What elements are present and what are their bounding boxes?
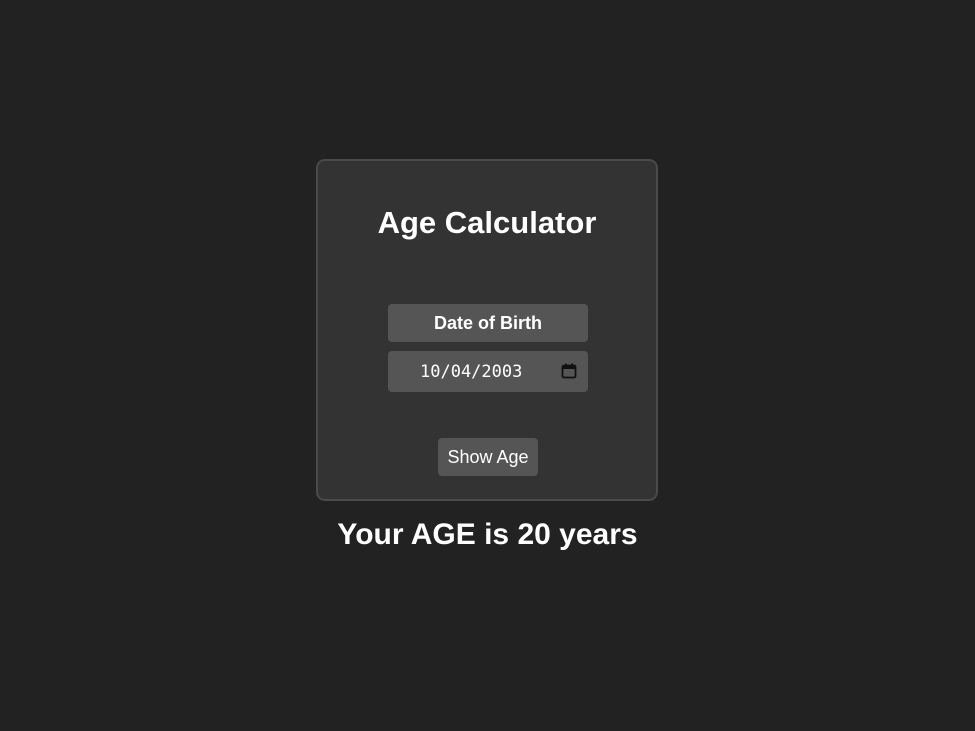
calendar-icon[interactable]: [561, 363, 577, 379]
dob-label: Date of Birth: [388, 304, 588, 342]
age-calculator-card: Age Calculator Date of Birth 10/04/2003 …: [316, 159, 658, 501]
dob-date-input[interactable]: 10/04/2003: [388, 351, 588, 392]
age-result: Your AGE is 20 years: [337, 518, 638, 551]
show-age-button[interactable]: Show Age: [438, 438, 538, 476]
dob-date-value[interactable]: 10/04/2003: [420, 362, 522, 382]
page-title: Age Calculator: [377, 205, 597, 240]
